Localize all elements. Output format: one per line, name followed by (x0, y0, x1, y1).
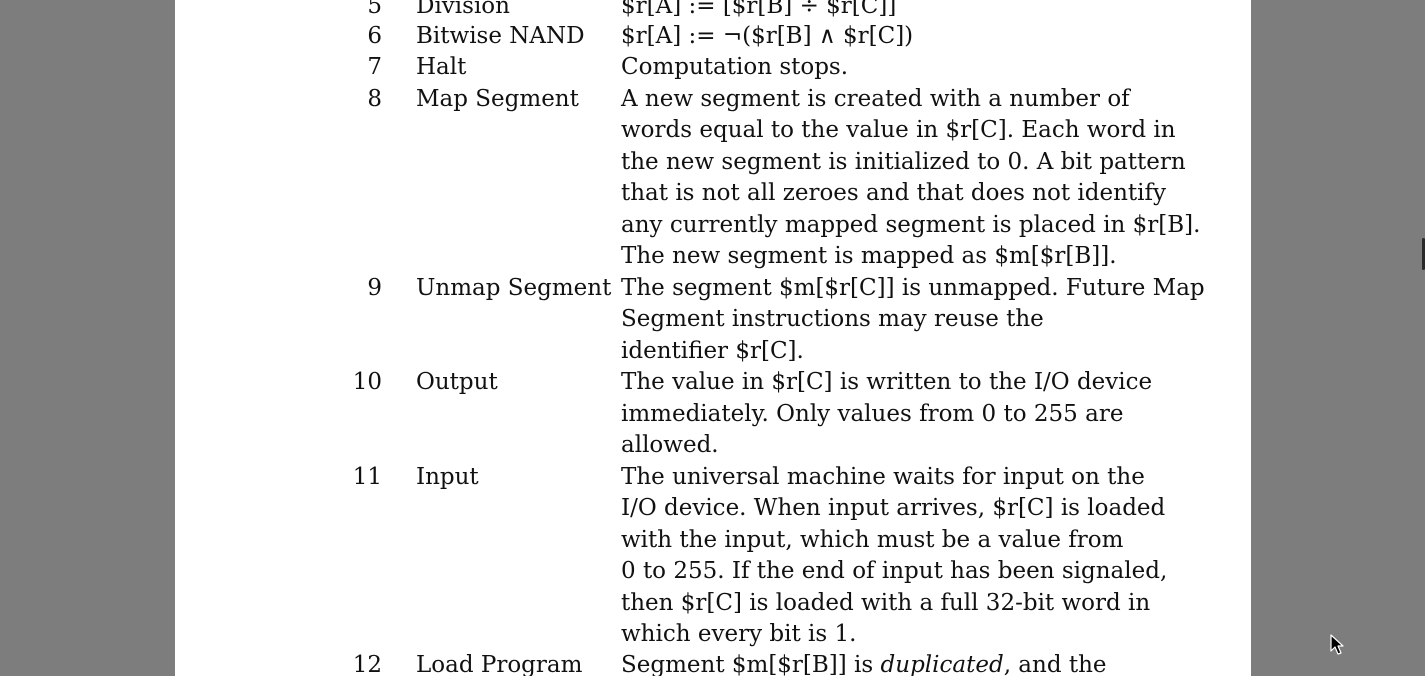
instruction-description-line: any currently mapped segment is placed i… (621, 212, 1201, 238)
instruction-description-line: allowed. (621, 432, 719, 458)
instruction-name: Input (416, 464, 479, 490)
instruction-description-line: 0 to 255. If the end of input has been s… (621, 558, 1168, 584)
instruction-number: 7 (367, 54, 382, 80)
instruction-description-line: $r[A] := ¬($r[B] ∧ $r[C]) (621, 23, 914, 49)
instruction-number: 11 (352, 464, 382, 490)
instruction-name: Output (416, 369, 498, 395)
instruction-description-line: with the input, which must be a value fr… (621, 527, 1124, 553)
instruction-description-line: immediately. Only values from 0 to 255 a… (621, 401, 1124, 427)
instruction-number: 12 (352, 652, 382, 676)
document-viewer: 5 Division $r[A] := ⌊$r[B] ÷ $r[C]⌋ 6 Bi… (0, 0, 1425, 676)
instruction-number: 8 (367, 86, 382, 112)
instruction-description-line: which every bit is 1. (621, 621, 857, 647)
mouse-cursor-icon (1330, 634, 1344, 655)
instruction-description-line: Segment instructions may reuse the (621, 306, 1044, 332)
description-text: , and the (1003, 652, 1107, 676)
document-page: 5 Division $r[A] := ⌊$r[B] ÷ $r[C]⌋ 6 Bi… (175, 0, 1251, 676)
instruction-name: Unmap Segment (416, 275, 612, 301)
instruction-description-line: A new segment is created with a number o… (621, 86, 1130, 112)
instruction-name: Load Program (416, 652, 583, 676)
instruction-description-line: $r[A] := ⌊$r[B] ÷ $r[C]⌋ (621, 0, 897, 19)
instruction-description-line: identifier $r[C]. (621, 338, 804, 364)
instruction-name: Halt (416, 54, 467, 80)
instruction-number: 10 (352, 369, 382, 395)
instruction-description-line: that is not all zeroes and that does not… (621, 180, 1167, 206)
instruction-name: Division (416, 0, 510, 19)
instruction-description-line: Computation stops. (621, 54, 849, 80)
instruction-description-line: words equal to the value in $r[C]. Each … (621, 117, 1176, 143)
instruction-description-line: I/O device. When input arrives, $r[C] is… (621, 495, 1166, 521)
instruction-name: Map Segment (416, 86, 579, 112)
instruction-description-line: The segment $m[$r[C]] is unmapped. Futur… (621, 275, 1205, 301)
instruction-description-line: Segment $m[$r[B]] is duplicated, and the (621, 650, 1107, 676)
instruction-number: 6 (367, 23, 382, 49)
instruction-number: 9 (367, 275, 382, 301)
instruction-description-line: then $r[C] is loaded with a full 32-bit … (621, 590, 1151, 616)
emphasized-text: duplicated (880, 652, 1004, 676)
instruction-description-line: The new segment is mapped as $m[$r[B]]. (621, 243, 1117, 269)
instruction-number: 5 (367, 0, 382, 19)
instruction-description-line: The universal machine waits for input on… (621, 464, 1145, 490)
instruction-description-line: The value in $r[C] is written to the I/O… (621, 369, 1153, 395)
instruction-name: Bitwise NAND (416, 23, 585, 49)
instruction-description-line: the new segment is initialized to 0. A b… (621, 149, 1186, 175)
description-text: Segment $m[$r[B]] is (621, 652, 881, 676)
